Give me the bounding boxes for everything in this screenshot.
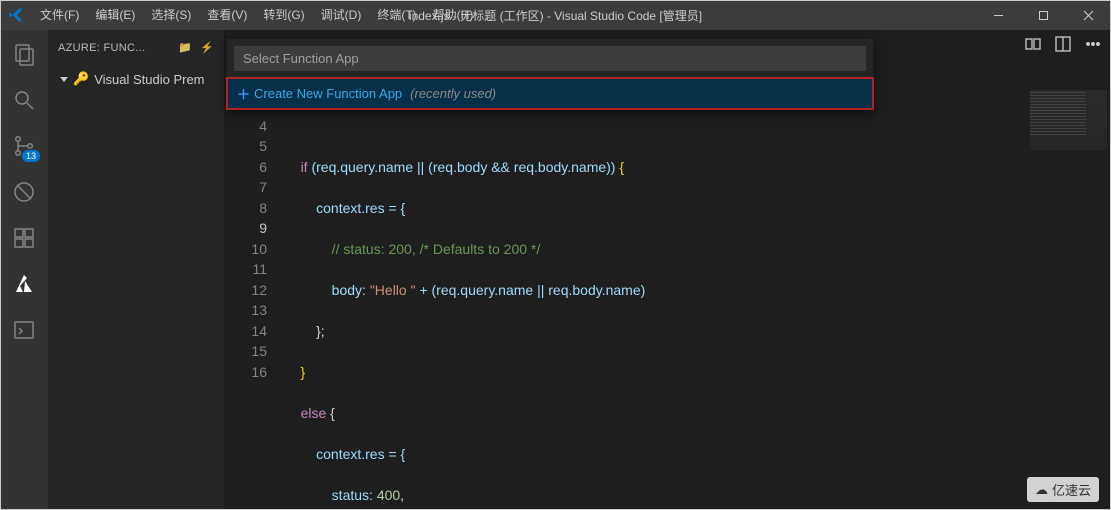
minimize-button[interactable] bbox=[976, 0, 1021, 30]
menu-edit[interactable]: 编辑(E) bbox=[87, 0, 143, 30]
explorer-icon[interactable] bbox=[10, 40, 38, 68]
scm-badge: 13 bbox=[22, 150, 40, 162]
code-line: if (req.query.name || (req.body && req.b… bbox=[285, 157, 1026, 178]
command-item-hint: (recently used) bbox=[410, 86, 496, 101]
window-controls bbox=[976, 0, 1111, 30]
command-palette-input[interactable]: Select Function App bbox=[234, 46, 866, 71]
debug-icon[interactable] bbox=[10, 178, 38, 206]
command-palette-item-create-function-app[interactable]: ＋ Create New Function App (recently used… bbox=[227, 78, 873, 109]
code-line: context.res = { bbox=[285, 198, 1026, 219]
code-line: // status: 200, /* Defaults to 200 */ bbox=[285, 239, 1026, 260]
more-actions-icon[interactable] bbox=[1085, 36, 1101, 57]
code-line: } bbox=[285, 362, 1026, 383]
menu-go[interactable]: 转到(G) bbox=[255, 0, 312, 30]
folder-action-icon[interactable]: 📁 bbox=[178, 41, 192, 54]
terminal-panel-icon[interactable] bbox=[10, 316, 38, 344]
source-control-icon[interactable]: 13 bbox=[10, 132, 38, 160]
editor-actions bbox=[1025, 36, 1101, 57]
watermark: ☁ 亿速云 bbox=[1027, 477, 1099, 502]
close-button[interactable] bbox=[1066, 0, 1111, 30]
search-icon[interactable] bbox=[10, 86, 38, 114]
menu-selection[interactable]: 选择(S) bbox=[143, 0, 199, 30]
cloud-icon: ☁ bbox=[1035, 482, 1048, 498]
vscode-logo-icon bbox=[0, 7, 32, 23]
command-item-label: Create New Function App bbox=[254, 86, 402, 101]
sidebar-header: AZURE: FUNC... 📁 ⚡ bbox=[48, 30, 224, 65]
code-line: else { bbox=[285, 403, 1026, 424]
key-icon: 🔑 bbox=[73, 71, 89, 87]
command-palette: Select Function App ＋ Create New Functio… bbox=[226, 38, 874, 110]
title-bar: 文件(F) 编辑(E) 选择(S) 查看(V) 转到(G) 调试(D) 终端(T… bbox=[0, 0, 1111, 30]
open-changes-icon[interactable] bbox=[1025, 36, 1041, 57]
code-line: status: 400, bbox=[285, 485, 1026, 506]
activity-bar: 13 bbox=[0, 30, 48, 510]
menu-view[interactable]: 查看(V) bbox=[199, 0, 255, 30]
menu-file[interactable]: 文件(F) bbox=[32, 0, 87, 30]
side-bar: AZURE: FUNC... 📁 ⚡ 🔑 Visual Studio Prem bbox=[48, 30, 225, 510]
code-line: }; bbox=[285, 321, 1026, 342]
subscription-label: Visual Studio Prem bbox=[94, 72, 204, 87]
sidebar-title: AZURE: FUNC... bbox=[58, 42, 172, 54]
plus-icon: ＋ bbox=[237, 84, 250, 103]
code-line: body: "Hello " + (req.query.name || req.… bbox=[285, 280, 1026, 301]
menu-debug[interactable]: 调试(D) bbox=[313, 0, 370, 30]
lightning-action-icon[interactable]: ⚡ bbox=[200, 41, 214, 54]
azure-icon[interactable] bbox=[10, 270, 38, 298]
chevron-down-icon bbox=[60, 77, 68, 82]
split-editor-icon[interactable] bbox=[1055, 36, 1071, 57]
code-line: context.res = { bbox=[285, 444, 1026, 465]
maximize-button[interactable] bbox=[1021, 0, 1066, 30]
extensions-icon[interactable] bbox=[10, 224, 38, 252]
subscription-tree-item[interactable]: 🔑 Visual Studio Prem bbox=[48, 69, 224, 89]
window-title: index.js - 无标题 (工作区) - Visual Studio Cod… bbox=[409, 7, 702, 24]
minimap[interactable] bbox=[1026, 30, 1111, 510]
code-line bbox=[285, 116, 1026, 137]
